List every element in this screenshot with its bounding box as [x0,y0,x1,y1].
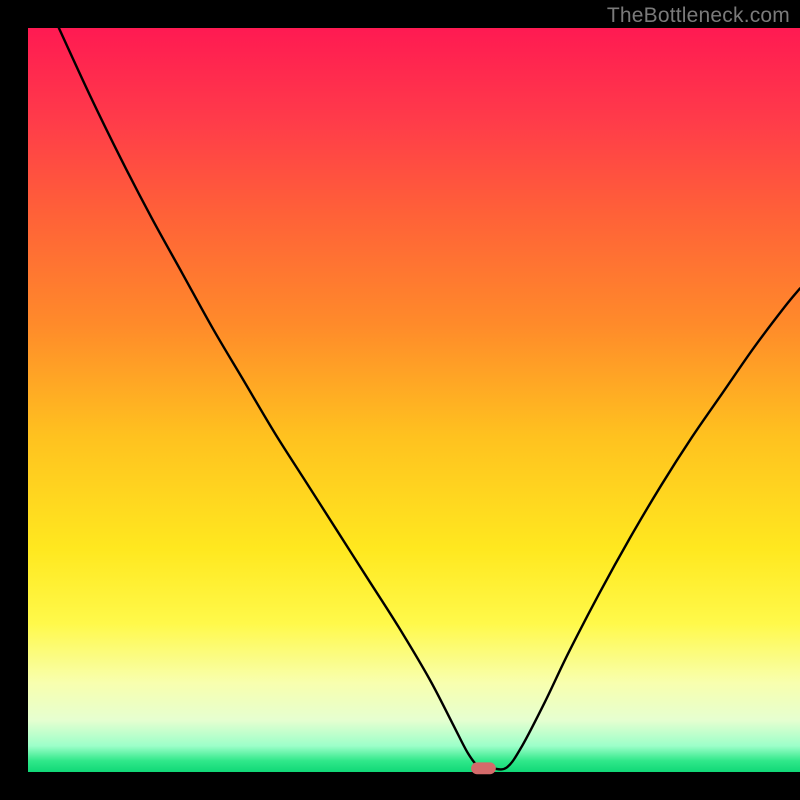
bottleneck-chart [0,0,800,800]
watermark-text: TheBottleneck.com [607,4,790,28]
chart-frame: TheBottleneck.com [0,0,800,800]
optimal-marker [471,762,496,774]
plot-background [28,28,800,772]
